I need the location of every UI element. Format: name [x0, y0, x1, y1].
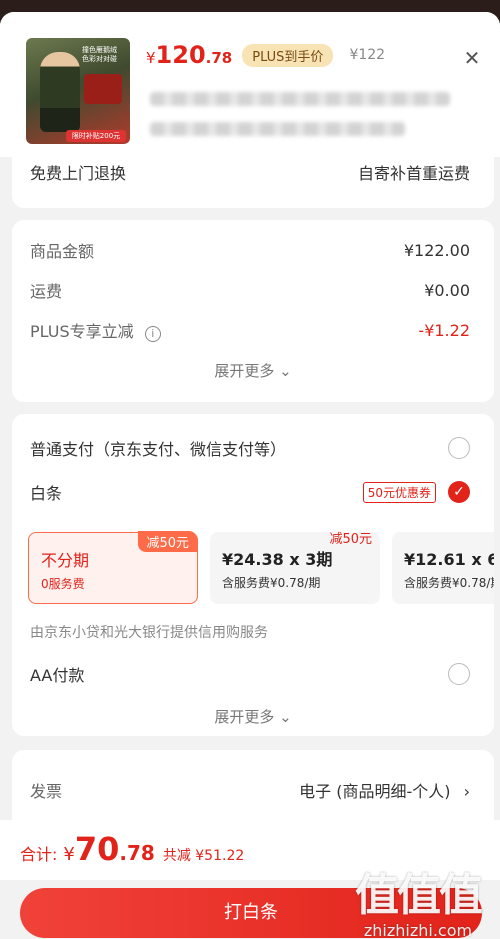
aa-pay-row[interactable]: AA付款: [30, 662, 470, 686]
shipping-value: 自寄补首重运费: [357, 164, 470, 183]
blurred-sku-line-1: [150, 92, 450, 106]
plus-price-tag: PLUS到手价: [242, 43, 334, 67]
invoice-row[interactable]: 发票 电子 (商品明细-个人) ›: [30, 778, 470, 802]
checkout-sheet: 撞色雁鹅绒 色彩对对碰 限时补贴200元 ¥ 120 .78 PLUS到手价 ¥…: [0, 12, 500, 939]
normal-pay-row[interactable]: 普通支付（京东支付、微信支付等）: [30, 436, 470, 460]
plus-discount-row: PLUS专享立减 i -¥1.22: [30, 318, 470, 342]
provider-note-row: 由京东小贷和光大银行提供信用购服务: [30, 622, 470, 642]
plan-title: 不分期: [41, 551, 90, 570]
payment-card: 普通支付（京东支付、微信支付等） 白条 50元优惠券 ✓ 减50元 不分期 0服…: [12, 414, 494, 736]
plan-sub: 含服务费¥0.78/期: [222, 576, 321, 590]
goods-amount-value: ¥122.00: [403, 240, 470, 260]
total-decimal: .78: [119, 841, 155, 865]
total-label: 合计:: [20, 845, 58, 864]
plus-discount-label: PLUS专享立减: [30, 322, 134, 341]
freight-row: 运费 ¥0.00: [30, 278, 470, 302]
blurred-sku-line-2: [150, 122, 405, 136]
goods-amount-label: 商品金额: [30, 242, 95, 261]
plan-sub: 含服务费¥0.78/期: [404, 576, 494, 590]
plan-sub: 0服务费: [41, 577, 85, 591]
price-row: ¥ 120 .78 PLUS到手价 ¥122: [146, 40, 385, 70]
chevron-down-icon: ⌄: [279, 708, 292, 726]
amount-expand-label: 展开更多: [214, 362, 275, 380]
plus-discount-value: -¥1.22: [418, 320, 470, 340]
thumbnail-caption: 撞色雁鹅绒 色彩对对碰: [82, 46, 117, 63]
shipping-row[interactable]: 免费上门退换 自寄补首重运费: [30, 160, 470, 184]
plan-3-installments[interactable]: 减50元 ¥24.38 x 3期 含服务费¥0.78/期: [210, 532, 380, 604]
payment-expand-more[interactable]: 展开更多 ⌄: [12, 706, 494, 727]
shipping-label: 免费上门退换: [30, 164, 127, 183]
price-currency: ¥: [146, 49, 156, 67]
thumbnail-promo-badge: 限时补贴200元: [66, 130, 126, 142]
payment-expand-label: 展开更多: [214, 708, 275, 726]
total-integer: 70: [74, 830, 120, 868]
total-discount: 共减 ¥51.22: [162, 848, 245, 864]
plan-badge: 减50元: [329, 532, 372, 547]
baitiao-radio-checked[interactable]: ✓: [448, 481, 470, 503]
info-icon[interactable]: i: [144, 326, 161, 342]
invoice-label: 发票: [30, 782, 63, 801]
watermark-domain: zhizhizhi.com: [363, 921, 473, 939]
freight-label: 运费: [30, 282, 63, 301]
plan-title: ¥24.38 x 3期: [222, 550, 333, 569]
normal-pay-radio[interactable]: [448, 437, 470, 459]
thumbnail-model-figure: [40, 52, 80, 132]
thumbnail-logo: [84, 74, 122, 104]
baitiao-label: 白条: [30, 484, 63, 503]
aa-pay-label: AA付款: [30, 666, 85, 685]
watermark: 值值值 zhizhizhi.com: [348, 870, 488, 939]
plan-badge: 减50元: [138, 531, 197, 552]
price-decimal: .78: [205, 49, 233, 67]
total-currency: ¥: [63, 844, 75, 865]
goods-amount-row: 商品金额 ¥122.00: [30, 238, 470, 262]
plan-6-installments[interactable]: ¥12.61 x 6期 含服务费¥0.78/期: [392, 532, 494, 604]
chevron-down-icon: ⌄: [279, 362, 292, 380]
invoice-card[interactable]: 发票 电子 (商品明细-个人) ›: [12, 750, 494, 830]
plan-title: ¥12.61 x 6期: [404, 550, 494, 569]
normal-pay-label: 普通支付（京东支付、微信支付等）: [30, 440, 287, 459]
provider-note: 由京东小贷和光大银行提供信用购服务: [30, 625, 268, 641]
price-integer: 120: [155, 41, 206, 69]
total-row: 合计: ¥ 70 .78 共减 ¥51.22: [20, 830, 244, 868]
invoice-value: 电子 (商品明细-个人): [299, 782, 451, 801]
baitiao-right: 50元优惠券 ✓: [362, 481, 470, 503]
original-price: ¥122: [349, 47, 386, 63]
amount-card: 商品金额 ¥122.00 运费 ¥0.00 PLUS专享立减 i -¥1.22 …: [12, 220, 494, 402]
close-icon[interactable]: ✕: [462, 48, 482, 68]
plus-discount-label-wrap: PLUS专享立减 i: [30, 318, 161, 342]
product-thumbnail[interactable]: 撞色雁鹅绒 色彩对对碰 限时补贴200元: [26, 38, 130, 144]
invoice-right: 电子 (商品明细-个人) ›: [299, 778, 470, 802]
plan-no-installment[interactable]: 减50元 不分期 0服务费: [28, 531, 198, 604]
coupon-tag[interactable]: 50元优惠券: [362, 481, 436, 503]
product-header: 撞色雁鹅绒 色彩对对碰 限时补贴200元 ¥ 120 .78 PLUS到手价 ¥…: [0, 12, 500, 157]
freight-value: ¥0.00: [424, 280, 470, 300]
watermark-logo: 值值值: [355, 870, 483, 921]
chevron-right-icon: ›: [463, 782, 470, 801]
amount-expand-more[interactable]: 展开更多 ⌄: [12, 360, 494, 381]
aa-pay-radio[interactable]: [448, 663, 470, 685]
baitiao-row[interactable]: 白条 50元优惠券 ✓: [30, 480, 470, 504]
